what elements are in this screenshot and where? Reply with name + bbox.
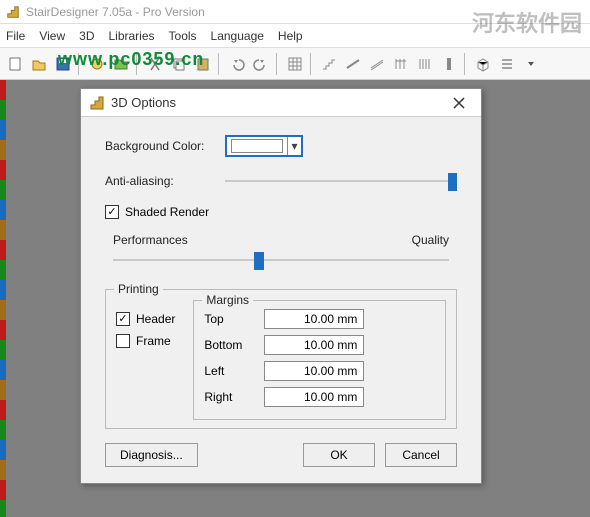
diagnosis-button[interactable]: Diagnosis...	[105, 443, 198, 467]
performance-quality-slider[interactable]	[113, 249, 449, 271]
tb-dropdown-icon[interactable]	[520, 53, 542, 75]
bg-color-picker[interactable]: ▾	[225, 135, 303, 157]
tb-stair2-icon[interactable]	[342, 53, 364, 75]
toolbar-separator	[276, 53, 280, 75]
menu-view[interactable]: View	[39, 29, 65, 43]
margins-group: Margins Top 10.00 mm Bottom 10.00 mm Lef…	[193, 300, 446, 420]
anti-aliasing-label: Anti-aliasing:	[105, 174, 225, 188]
performances-label: Performances	[113, 233, 188, 247]
dialog-title: 3D Options	[111, 95, 445, 110]
printing-group: Printing ✓ Header Frame Margins Top 10.0…	[105, 289, 457, 429]
tb-open-icon[interactable]	[28, 53, 50, 75]
tb-grid-icon[interactable]	[284, 53, 306, 75]
cancel-button[interactable]: Cancel	[385, 443, 457, 467]
frame-checkbox[interactable]	[116, 334, 130, 348]
header-label: Header	[136, 312, 175, 326]
tb-3d-icon[interactable]	[472, 53, 494, 75]
toolbar-separator	[218, 53, 222, 75]
margin-right-input[interactable]: 10.00 mm	[264, 387, 364, 407]
menu-file[interactable]: File	[6, 29, 25, 43]
window-title: StairDesigner 7.05a - Pro Version	[26, 5, 205, 19]
margin-top-input[interactable]: 10.00 mm	[264, 309, 364, 329]
shaded-render-label: Shaded Render	[125, 205, 209, 219]
menu-3d[interactable]: 3D	[79, 29, 94, 43]
close-button[interactable]	[445, 92, 473, 114]
menu-libraries[interactable]: Libraries	[108, 29, 154, 43]
dialog-titlebar: 3D Options	[81, 89, 481, 117]
tb-balusters-icon[interactable]	[414, 53, 436, 75]
tb-new-icon[interactable]	[4, 53, 26, 75]
watermark-brand: 河东软件园	[472, 6, 582, 38]
tb-rail-icon[interactable]	[390, 53, 412, 75]
header-checkbox[interactable]: ✓	[116, 312, 130, 326]
ok-button[interactable]: OK	[303, 443, 375, 467]
watermark-url: www.pc0359.cn	[58, 49, 204, 70]
margin-top-label: Top	[204, 312, 254, 326]
close-icon	[453, 97, 465, 109]
tb-redo-icon[interactable]	[250, 53, 272, 75]
menu-tools[interactable]: Tools	[169, 29, 197, 43]
color-swatch	[231, 139, 283, 153]
margin-left-input[interactable]: 10.00 mm	[264, 361, 364, 381]
left-content-strip	[0, 80, 6, 517]
toolbar-separator	[464, 53, 468, 75]
menu-language[interactable]: Language	[211, 29, 264, 43]
app-icon	[6, 5, 20, 19]
margin-right-label: Right	[204, 390, 254, 404]
frame-label: Frame	[136, 334, 171, 348]
tb-list-icon[interactable]	[496, 53, 518, 75]
dialog-icon	[89, 95, 105, 111]
shaded-render-checkbox[interactable]: ✓	[105, 205, 119, 219]
toolbar-separator	[310, 53, 314, 75]
dialog-3d-options: 3D Options Background Color: ▾ Anti-alia…	[80, 88, 482, 484]
printing-legend: Printing	[114, 282, 163, 296]
tb-stair1-icon[interactable]	[318, 53, 340, 75]
quality-label: Quality	[412, 233, 449, 247]
margin-bottom-label: Bottom	[204, 338, 254, 352]
margins-legend: Margins	[202, 293, 253, 307]
margin-left-label: Left	[204, 364, 254, 378]
menu-help[interactable]: Help	[278, 29, 303, 43]
chevron-down-icon: ▾	[287, 137, 301, 155]
anti-aliasing-slider[interactable]	[225, 171, 457, 191]
tb-post-icon[interactable]	[438, 53, 460, 75]
bg-color-label: Background Color:	[105, 139, 225, 153]
tb-undo-icon[interactable]	[226, 53, 248, 75]
margin-bottom-input[interactable]: 10.00 mm	[264, 335, 364, 355]
tb-stair3-icon[interactable]	[366, 53, 388, 75]
